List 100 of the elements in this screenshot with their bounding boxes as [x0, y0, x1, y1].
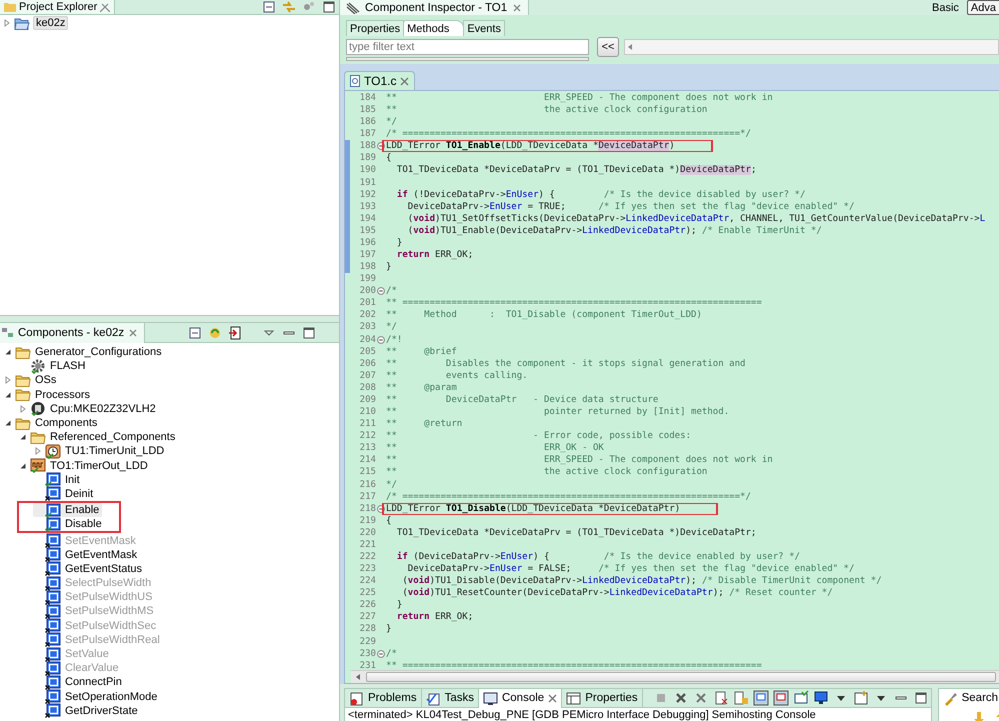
collapsed-arrow-icon[interactable] — [3, 19, 11, 27]
collapse-all-icon[interactable] — [261, 0, 277, 14]
line-number: 211 — [358, 418, 376, 430]
tab[interactable]: Events — [463, 20, 505, 36]
close-icon[interactable] — [100, 2, 110, 12]
panel-tab[interactable]: Problems — [345, 688, 422, 708]
tree-item[interactable]: Cpu:MKE02Z32VLH2 — [18, 402, 159, 416]
tab[interactable]: Methods — [403, 20, 464, 36]
tree-item[interactable]: ConnectPin — [33, 675, 125, 690]
collapsed-arrow-icon[interactable] — [4, 376, 12, 384]
code-line: /* ==============================================================*/ — [386, 128, 751, 140]
tree-item[interactable]: TU1:TimerUnit_LDD — [33, 444, 168, 458]
panel-tab[interactable]: Properties — [562, 688, 643, 708]
fold-icon[interactable] — [377, 142, 385, 150]
panel-tab[interactable]: Tasks — [422, 688, 479, 708]
line-number: 195 — [358, 224, 376, 237]
tree-item[interactable]: SetOperationMode — [33, 690, 160, 704]
expanded-arrow-icon[interactable] — [19, 462, 27, 470]
maximize-icon[interactable] — [912, 690, 929, 706]
fold-icon[interactable] — [377, 287, 385, 296]
tree-item[interactable]: Referenced_Components — [18, 430, 178, 444]
panel-title: Components - ke02z — [18, 326, 124, 338]
tree-item[interactable]: Init — [33, 472, 83, 487]
panel-tab[interactable]: Console — [478, 688, 562, 708]
tree-item[interactable]: GetDriverState — [33, 704, 141, 718]
close-icon[interactable] — [128, 328, 138, 338]
line-number: 224 — [358, 575, 376, 588]
horizontal-scrollbar[interactable] — [624, 39, 999, 55]
line-number: 213 — [358, 442, 376, 454]
tree-item[interactable]: Components — [3, 416, 100, 430]
maximize-icon[interactable] — [301, 324, 317, 340]
line-number: 202 — [358, 309, 376, 322]
tree-item[interactable]: TO1:TimerOut_LDD — [18, 458, 151, 473]
line-number: 218 — [358, 502, 376, 515]
close-icon[interactable] — [512, 2, 522, 12]
line-number: 184 — [358, 92, 376, 104]
chip-icon — [30, 401, 46, 416]
code-line: TO1_TDeviceData *DeviceDataPrv = (TO1_TDeviceData *)DeviceDataPtr; — [396, 164, 756, 177]
tree-item[interactable]: Generator_Configurations — [3, 345, 165, 360]
code-line: ** @brief — [386, 346, 457, 358]
mode-button[interactable]: Adva — [966, 0, 999, 15]
tree-item[interactable]: OSs — [3, 373, 60, 388]
line-number: 221 — [358, 538, 376, 551]
line-number: 193 — [358, 200, 376, 213]
panel-tab[interactable]: Search — [938, 688, 999, 708]
filter-field[interactable]: type filter text — [346, 39, 589, 55]
expanded-arrow-icon[interactable] — [19, 433, 27, 442]
line-number: 205 — [358, 346, 376, 358]
code-line: ** ERR_SPEED - The component does not work in — [386, 454, 773, 466]
import-icon[interactable] — [227, 324, 243, 340]
tree-item[interactable]: GetEventMask — [33, 548, 140, 562]
horizontal-scrollbar[interactable] — [351, 670, 999, 683]
line-number: 214 — [358, 454, 376, 466]
tree-item[interactable]: Disable — [33, 517, 105, 532]
tree-item[interactable]: Deinit — [33, 486, 96, 502]
line-number: 208 — [358, 382, 376, 394]
maximize-icon[interactable] — [321, 0, 337, 14]
collapse-button[interactable]: << — [597, 37, 619, 57]
line-number: 191 — [358, 176, 376, 189]
panel-title: Project Explorer — [19, 1, 98, 13]
code-line: ** Disables the component - it stops signal generation and — [386, 358, 746, 370]
line-number: 217 — [358, 490, 376, 503]
expanded-arrow-icon[interactable] — [4, 390, 12, 399]
collapsed-arrow-icon[interactable] — [19, 404, 27, 413]
code-line: /*! — [386, 334, 402, 346]
close-icon[interactable] — [400, 76, 410, 86]
tab[interactable]: Properties — [346, 20, 404, 36]
tree-item[interactable]: Enable — [33, 503, 102, 518]
line-number: 199 — [358, 273, 376, 286]
editor-tab[interactable]: TO1.c — [344, 71, 416, 90]
line-number: 186 — [358, 116, 376, 128]
code-line: return ERR_OK; — [396, 611, 474, 624]
code-line: (void)TU1_SetOffsetTicks(DeviceDataPrv->LinkedDeviceDataPtr, CHANNEL, TU1_GetCounterValue(DeviceDataPrv->L — [406, 212, 986, 225]
folder-icon — [30, 430, 46, 444]
problems-icon — [349, 690, 364, 706]
scroll-left-icon[interactable] — [354, 673, 362, 681]
expanded-arrow-icon[interactable] — [4, 419, 12, 428]
line-number: 194 — [358, 212, 376, 225]
collapsed-arrow-icon[interactable] — [34, 447, 42, 456]
expanded-arrow-icon[interactable] — [4, 348, 12, 356]
tree-item[interactable]: GetEventStatus — [33, 562, 146, 576]
fold-icon[interactable] — [377, 336, 385, 344]
fold-icon[interactable] — [377, 504, 385, 513]
close-icon[interactable] — [548, 694, 558, 702]
timer-icon — [45, 444, 61, 459]
new-console-icon[interactable] — [852, 690, 869, 706]
tree-item[interactable]: FLASH — [18, 359, 88, 374]
fold-icon[interactable] — [377, 650, 385, 658]
code-line: */ — [386, 478, 397, 491]
tree-item[interactable]: ke02z — [0, 15, 339, 31]
tree-item[interactable]: Processors — [3, 388, 94, 402]
clear-console-icon[interactable] — [712, 690, 729, 706]
code-line: } — [396, 236, 402, 250]
mode-button[interactable]: Basic — [928, 0, 963, 15]
code-line: if (!DeviceDataPrv->EnUser) { /* Is the device disabled by user? */ — [396, 188, 806, 201]
collapse-all-icon[interactable] — [187, 324, 203, 340]
code-line: (void)TU1_ResetCounter(DeviceDataPrv->LinkedDeviceDataPtr); /* Reset counter */ — [402, 587, 833, 600]
line-number: 187 — [358, 128, 376, 140]
code-line: ** Method : TO1_Disable (component TimerOut_LDD) — [386, 309, 702, 322]
line-number: 189 — [358, 152, 376, 164]
